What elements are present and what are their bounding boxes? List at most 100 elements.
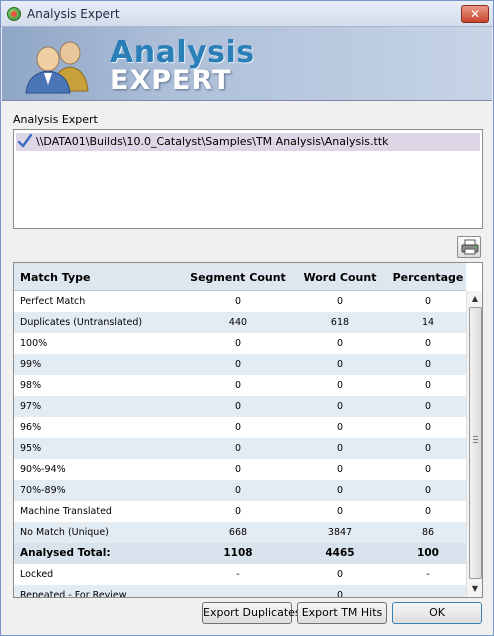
- scroll-up-icon[interactable]: ▲: [469, 293, 481, 305]
- segment-count-cell: 0: [234, 422, 242, 433]
- segment-count-cell: 0: [234, 359, 242, 370]
- column-header-word-count[interactable]: Word Count: [290, 271, 390, 284]
- window-title: Analysis Expert: [27, 7, 120, 21]
- percentage-cell: 0: [424, 422, 432, 433]
- segment-count-cell: 0: [234, 464, 242, 475]
- percentage-cell: 100: [417, 547, 439, 559]
- word-count-cell: 618: [330, 317, 350, 328]
- match-type-cell: No Match (Unique): [20, 527, 109, 538]
- column-header-match-type[interactable]: Match Type: [20, 271, 91, 284]
- table-row[interactable]: 99% 0 0 0: [14, 354, 466, 375]
- match-type-cell: Repeated - For Review: [20, 590, 127, 598]
- table-header: Match Type Segment Count Word Count Perc…: [14, 263, 466, 291]
- table-row[interactable]: Repeated - For Review 0: [14, 585, 466, 598]
- percentage-cell: 0: [424, 443, 432, 454]
- word-count-cell: 0: [336, 359, 344, 370]
- segment-count-cell: 0: [234, 506, 242, 517]
- scrollbar-thumb[interactable]: [469, 307, 482, 579]
- word-count-cell: 0: [336, 464, 344, 475]
- export-tm-hits-button[interactable]: Export TM Hits: [297, 602, 387, 624]
- column-header-segment-count[interactable]: Segment Count: [188, 271, 288, 284]
- match-type-cell: Machine Translated: [20, 506, 112, 517]
- percentage-cell: 0: [424, 506, 432, 517]
- table-body: Perfect Match 0 0 0 Duplicates (Untransl…: [14, 291, 466, 598]
- segment-count-cell: 0: [234, 338, 242, 349]
- word-count-cell: 0: [336, 422, 344, 433]
- match-type-cell: 96%: [20, 422, 42, 433]
- percentage-cell: 0: [424, 296, 432, 307]
- scroll-down-icon[interactable]: ▼: [469, 583, 481, 595]
- file-list[interactable]: \\DATA01\Builds\10.0_Catalyst\Samples\TM…: [13, 129, 483, 229]
- word-count-cell: 4465: [325, 547, 355, 559]
- checkmark-icon: [18, 134, 32, 148]
- segment-count-cell: 668: [228, 527, 248, 538]
- analysis-expert-window: Analysis Expert ✕ Analysis EXPERT Analys…: [0, 0, 494, 636]
- segment-count-cell: 0: [234, 401, 242, 412]
- table-row[interactable]: 100% 0 0 0: [14, 333, 466, 354]
- segment-count-cell: 0: [234, 485, 242, 496]
- grip-icon: [473, 436, 478, 445]
- match-type-cell: Locked: [20, 569, 54, 580]
- segment-count-cell: 0: [234, 443, 242, 454]
- word-count-cell: 0: [336, 506, 344, 517]
- match-type-cell: 90%-94%: [20, 464, 66, 475]
- match-type-cell: Analysed Total:: [20, 547, 111, 559]
- banner-title-line2: EXPERT: [110, 65, 232, 96]
- match-type-cell: 100%: [20, 338, 48, 349]
- table-row[interactable]: Locked - 0 -: [14, 564, 466, 585]
- export-duplicates-button[interactable]: Export Duplicates: [202, 602, 301, 624]
- word-count-cell: 0: [336, 338, 344, 349]
- match-type-cell: 70%-89%: [20, 485, 66, 496]
- percentage-cell: 14: [421, 317, 435, 328]
- word-count-cell: 0: [336, 296, 344, 307]
- word-count-cell: 0: [336, 401, 344, 412]
- percentage-cell: 0: [424, 380, 432, 391]
- word-count-cell: 0: [336, 569, 344, 580]
- segment-count-cell: 440: [228, 317, 248, 328]
- percentage-cell: 86: [421, 527, 435, 538]
- table-row[interactable]: 70%-89% 0 0 0: [14, 480, 466, 501]
- file-path: \\DATA01\Builds\10.0_Catalyst\Samples\TM…: [36, 135, 389, 148]
- file-list-item[interactable]: \\DATA01\Builds\10.0_Catalyst\Samples\TM…: [16, 133, 480, 151]
- segment-count-cell: 1108: [223, 547, 253, 559]
- word-count-cell: 0: [336, 443, 344, 454]
- table-row[interactable]: 97% 0 0 0: [14, 396, 466, 417]
- table-row-total[interactable]: Analysed Total: 1108 4465 100: [14, 543, 466, 564]
- word-count-cell: 0: [336, 380, 344, 391]
- table-row[interactable]: 96% 0 0 0: [14, 417, 466, 438]
- vertical-scrollbar[interactable]: ▲ ▼: [466, 291, 482, 597]
- match-type-cell: 95%: [20, 443, 42, 454]
- printer-icon: [461, 239, 479, 255]
- files-section-label: Analysis Expert: [13, 113, 98, 126]
- match-type-cell: Duplicates (Untranslated): [20, 317, 143, 328]
- match-type-cell: 97%: [20, 401, 42, 412]
- segment-count-cell: -: [236, 569, 240, 580]
- percentage-cell: 0: [424, 464, 432, 475]
- print-button[interactable]: [457, 236, 481, 258]
- table-row[interactable]: 98% 0 0 0: [14, 375, 466, 396]
- percentage-cell: 0: [424, 359, 432, 370]
- match-type-cell: Perfect Match: [20, 296, 86, 307]
- word-count-cell: 0: [336, 485, 344, 496]
- percentage-cell: -: [426, 569, 430, 580]
- word-count-cell: 0: [336, 590, 344, 598]
- ok-button[interactable]: OK: [392, 602, 482, 624]
- word-count-cell: 3847: [327, 527, 353, 538]
- table-row[interactable]: Duplicates (Untranslated) 440 618 14: [14, 312, 466, 333]
- table-row[interactable]: No Match (Unique) 668 3847 86: [14, 522, 466, 543]
- analysis-results-table: Match Type Segment Count Word Count Perc…: [13, 262, 483, 598]
- percentage-cell: 0: [424, 401, 432, 412]
- match-type-cell: 99%: [20, 359, 42, 370]
- close-button[interactable]: ✕: [461, 5, 489, 23]
- match-type-cell: 98%: [20, 380, 42, 391]
- table-row[interactable]: 95% 0 0 0: [14, 438, 466, 459]
- users-icon: [25, 41, 89, 94]
- column-header-percentage[interactable]: Percentage: [378, 271, 478, 284]
- segment-count-cell: 0: [234, 380, 242, 391]
- app-icon: [7, 7, 21, 21]
- table-row[interactable]: Perfect Match 0 0 0: [14, 291, 466, 312]
- table-row[interactable]: Machine Translated 0 0 0: [14, 501, 466, 522]
- title-bar[interactable]: Analysis Expert ✕: [1, 1, 493, 27]
- percentage-cell: 0: [424, 485, 432, 496]
- table-row[interactable]: 90%-94% 0 0 0: [14, 459, 466, 480]
